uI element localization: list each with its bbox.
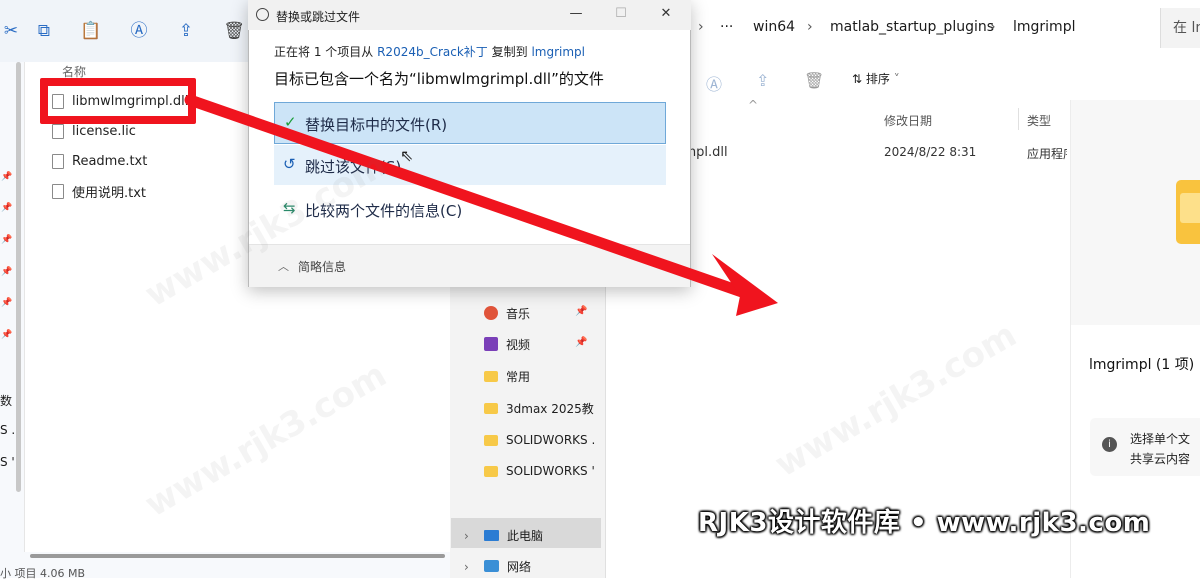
- site-watermark: RJK3设计软件库 • www.rjk3.com: [698, 508, 1151, 538]
- arrow-shaft: [184, 94, 748, 298]
